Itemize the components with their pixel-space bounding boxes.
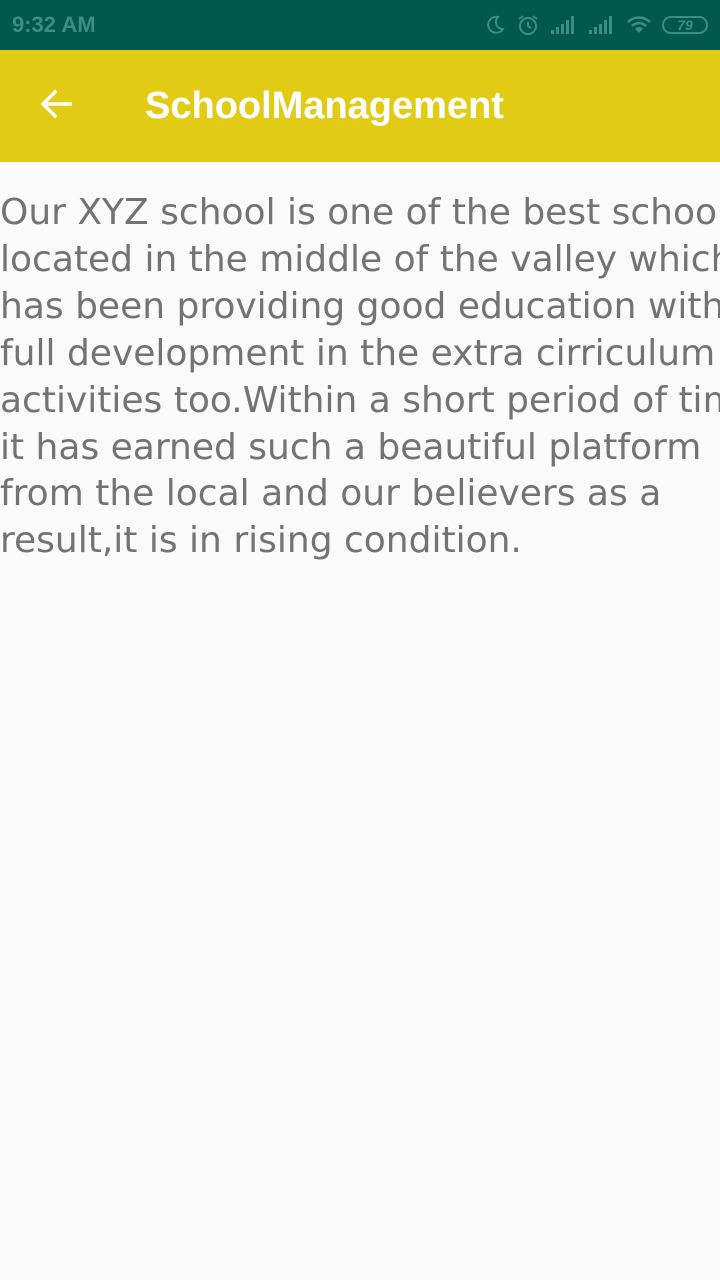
wifi-icon [626, 15, 652, 35]
moon-icon [484, 14, 506, 36]
description-line: activities too.Within a short period of … [0, 379, 720, 421]
description-line: full development in the extra cirriculum [0, 332, 716, 374]
page-title: SchoolManagement [145, 85, 504, 127]
signal-icon [588, 15, 616, 35]
battery-icon: 79 [662, 16, 708, 34]
arrow-left-icon [38, 86, 74, 127]
description-line: result,it is in rising condition. [0, 520, 522, 562]
description-line: Our XYZ school is one of the best school [0, 192, 720, 233]
description-line: it has earned such a beautiful platform [0, 426, 702, 468]
description-line: has been providing good education with [0, 285, 720, 327]
status-icons: 79 [484, 12, 708, 38]
signal-icon [550, 15, 578, 35]
status-time: 9:32 AM [12, 12, 96, 37]
content-area: Our XYZ school is one of the best school… [0, 190, 720, 1250]
status-bar: 9:32 AM 79 [0, 0, 720, 50]
description-line: from the local and our believers as a [0, 473, 662, 515]
alarm-icon [516, 13, 540, 37]
battery-level: 79 [677, 17, 693, 33]
back-button[interactable] [24, 74, 88, 138]
description-line: located in the middle of the valley whic… [0, 238, 720, 280]
school-description: Our XYZ school is one of the best school… [0, 190, 720, 565]
app-bar: SchoolManagement [0, 50, 720, 162]
